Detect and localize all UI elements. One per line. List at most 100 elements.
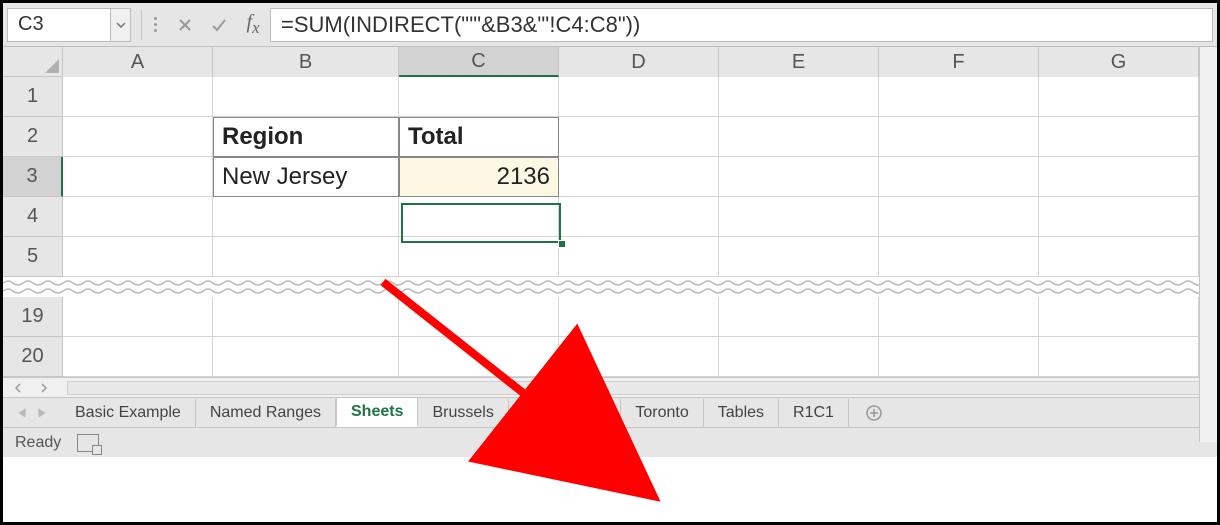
macro-record-icon[interactable] <box>77 434 99 452</box>
cell-e1[interactable] <box>719 77 879 117</box>
column-header-b[interactable]: B <box>213 47 399 77</box>
cell-f4[interactable] <box>879 197 1039 237</box>
cell-e4[interactable] <box>719 197 879 237</box>
row-header-5[interactable]: 5 <box>3 237 63 277</box>
cancel-formula-button[interactable] <box>168 8 202 42</box>
fill-handle[interactable] <box>558 240 566 248</box>
cell-a2[interactable] <box>63 117 213 157</box>
cell-f19[interactable] <box>879 297 1039 337</box>
cell-d5[interactable] <box>559 237 719 277</box>
column-header-d[interactable]: D <box>559 47 719 77</box>
cell-b20[interactable] <box>213 337 399 377</box>
cell-a19[interactable] <box>63 297 213 337</box>
cell-b19[interactable] <box>213 297 399 337</box>
cell-g20[interactable] <box>1039 337 1199 377</box>
sheet-tab-sheets[interactable]: Sheets <box>336 397 418 427</box>
name-box-dropdown[interactable] <box>111 8 131 42</box>
sheet-tab-toronto[interactable]: Toronto <box>621 399 703 427</box>
cell-b4[interactable] <box>213 197 399 237</box>
sheet-tab-r1c1[interactable]: R1C1 <box>779 399 849 427</box>
formula-input[interactable]: =SUM(INDIRECT("'"&B3&"'!C4:C8")) <box>270 8 1213 42</box>
row-header-4[interactable]: 4 <box>3 197 63 237</box>
row-header-1[interactable]: 1 <box>3 77 63 117</box>
grid-rows: 12 RegionTotal 3 New Jersey2136 45 <box>3 77 1217 277</box>
cell-e20[interactable] <box>719 337 879 377</box>
sheet-tab-brussels[interactable]: Brussels <box>418 399 508 427</box>
cell-f1[interactable] <box>879 77 1039 117</box>
column-header-f[interactable]: F <box>879 47 1039 77</box>
horizontal-scrollbar[interactable] <box>67 381 1211 395</box>
tab-next-button[interactable] <box>33 402 51 424</box>
cell-g4[interactable] <box>1039 197 1199 237</box>
cell-b1[interactable] <box>213 77 399 117</box>
cell-a3[interactable] <box>63 157 213 197</box>
cell-c1[interactable] <box>399 77 559 117</box>
tab-prev-button[interactable] <box>13 402 31 424</box>
cell-g19[interactable] <box>1039 297 1199 337</box>
cell-e19[interactable] <box>719 297 879 337</box>
sheet-tab-new-jersey[interactable]: New Jersey <box>509 399 622 427</box>
sheet-tab-named-ranges[interactable]: Named Ranges <box>196 399 336 427</box>
cell-c19[interactable] <box>399 297 559 337</box>
cell-d3[interactable] <box>559 157 719 197</box>
cell-c4[interactable] <box>399 197 559 237</box>
cell-g5[interactable] <box>1039 237 1199 277</box>
cell-c2[interactable]: Total <box>399 117 559 157</box>
cell-a5[interactable] <box>63 237 213 277</box>
cell-b2[interactable]: Region <box>213 117 399 157</box>
chevron-down-icon <box>116 22 126 28</box>
cell-d4[interactable] <box>559 197 719 237</box>
select-all-corner[interactable] <box>3 47 63 77</box>
cell-g2[interactable] <box>1039 117 1199 157</box>
cell-b3[interactable]: New Jersey <box>213 157 399 197</box>
column-header-a[interactable]: A <box>63 47 213 77</box>
column-header-g[interactable]: G <box>1039 47 1199 77</box>
chevron-left-icon <box>14 383 22 393</box>
new-sheet-button[interactable] <box>859 398 889 428</box>
column-header-c[interactable]: C <box>399 47 559 77</box>
name-box[interactable]: C3 <box>7 8 111 42</box>
vertical-scrollbar[interactable] <box>1199 47 1217 442</box>
cell-c3[interactable]: 2136 <box>399 157 559 197</box>
cell-g3[interactable] <box>1039 157 1199 197</box>
cell-d20[interactable] <box>559 337 719 377</box>
scroll-right-button[interactable] <box>35 377 53 399</box>
cell-d2[interactable] <box>559 117 719 157</box>
cell-g1[interactable] <box>1039 77 1199 117</box>
cell-a1[interactable] <box>63 77 213 117</box>
cell-f2[interactable] <box>879 117 1039 157</box>
cell-f5[interactable] <box>879 237 1039 277</box>
sheet-tab-tables[interactable]: Tables <box>704 399 779 427</box>
cell-b5[interactable] <box>213 237 399 277</box>
spreadsheet-grid: ABCDEFG 12 RegionTotal 3 New Jersey2136 45 1… <box>3 47 1217 377</box>
cell-d1[interactable] <box>559 77 719 117</box>
row-header-20[interactable]: 20 <box>3 337 63 377</box>
cell-e5[interactable] <box>719 237 879 277</box>
triangle-left-icon <box>17 407 27 419</box>
cell-c5[interactable] <box>399 237 559 277</box>
cell-e3[interactable] <box>719 157 879 197</box>
cell-a20[interactable] <box>63 337 213 377</box>
scroll-first-button[interactable] <box>9 377 27 399</box>
row-header-3[interactable]: 3 <box>3 157 63 197</box>
resize-handle[interactable] <box>148 10 162 40</box>
grid-row: 3 New Jersey2136 <box>3 157 1217 197</box>
sheet-tab-basic-example[interactable]: Basic Example <box>61 399 196 427</box>
row-header-2[interactable]: 2 <box>3 117 63 157</box>
row-header-19[interactable]: 19 <box>3 297 63 337</box>
plus-circle-icon <box>865 404 883 422</box>
cell-c20[interactable] <box>399 337 559 377</box>
cell-d19[interactable] <box>559 297 719 337</box>
grid-row: 19 <box>3 297 1217 337</box>
column-header-e[interactable]: E <box>719 47 879 77</box>
enter-formula-button[interactable] <box>202 8 236 42</box>
cell-f20[interactable] <box>879 337 1039 377</box>
cell-e2[interactable] <box>719 117 879 157</box>
status-bar: Ready <box>3 427 1217 457</box>
cell-f3[interactable] <box>879 157 1039 197</box>
insert-function-button[interactable]: fx <box>236 8 270 42</box>
separator <box>141 10 142 40</box>
grid-row: 1 <box>3 77 1217 117</box>
check-icon <box>210 16 228 34</box>
cell-a4[interactable] <box>63 197 213 237</box>
